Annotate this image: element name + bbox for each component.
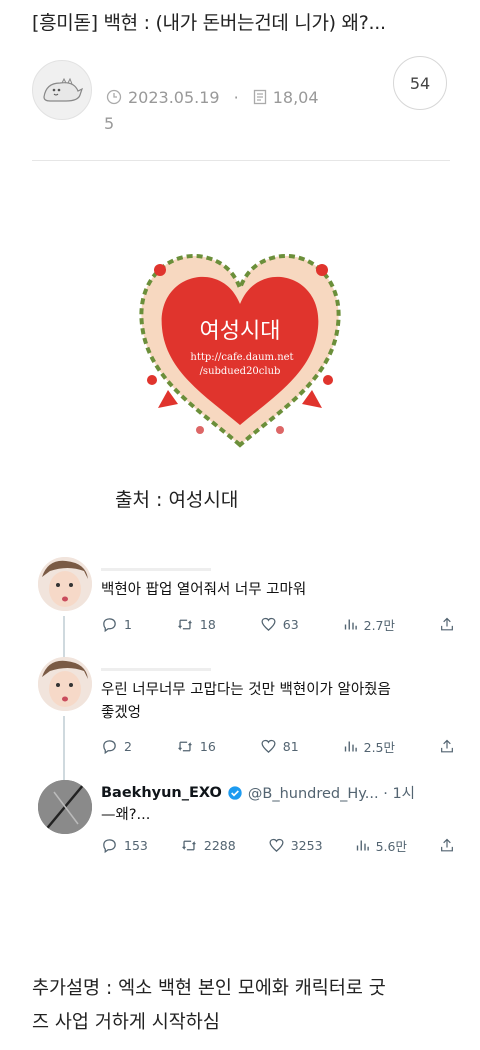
views-button[interactable]: 5.6만 [355, 836, 407, 855]
tweet-author-name[interactable]: Baekhyun_EXO [101, 785, 222, 801]
views-icon [344, 741, 357, 752]
tweet-text-line-2: 좋겠엉 [101, 705, 142, 721]
share-button[interactable] [439, 738, 455, 755]
view-count: 18,04 [272, 87, 319, 107]
like-button[interactable]: 81 [260, 738, 299, 755]
tweet-text: —왜?... [101, 807, 151, 823]
reply-count: 153 [124, 838, 148, 853]
reply-count: 2 [124, 739, 132, 754]
extra-description: 추가설명 : 엑소 백현 본인 모에화 캐릭터로 굿 즈 사업 거하게 시작하심 [32, 972, 462, 1040]
like-count: 63 [282, 617, 299, 632]
view-count-wrap: 5 [104, 114, 115, 133]
heart-icon [261, 739, 276, 754]
retweet-count: 2288 [203, 838, 236, 853]
like-button[interactable]: 3253 [268, 837, 323, 854]
view-count-tweet: 2.7만 [363, 618, 396, 633]
reply-button[interactable]: 1 [101, 616, 132, 633]
reply-icon [103, 839, 116, 854]
heart-icon [269, 838, 284, 853]
retweet-count: 18 [199, 617, 216, 632]
blurred-header-icon [101, 568, 211, 571]
logo-url-2: /subdued20club [200, 366, 281, 377]
profile-image-icon [38, 780, 92, 834]
tweet-actions: 153 2288 3253 5.6만 [101, 836, 455, 855]
reply-button[interactable]: 2 [101, 738, 132, 755]
retweet-button[interactable]: 2288 [180, 837, 236, 854]
share-button[interactable] [439, 616, 455, 633]
share-icon [441, 739, 453, 753]
tweet-avatar[interactable] [38, 657, 92, 711]
tweet-header: Baekhyun_EXO @B_hundred_Hy... · 1시 [101, 782, 415, 803]
retweet-icon [178, 619, 192, 630]
extra-line-1: 추가설명 : 엑소 백현 본인 모에화 캐릭터로 굿 [32, 978, 386, 999]
view-count-tweet: 2.5만 [363, 740, 396, 755]
tweet-author-handle[interactable]: @B_hundred_Hy... · 1시 [248, 782, 415, 803]
views-icon [356, 840, 369, 851]
blurred-header-icon [101, 668, 211, 671]
tweet-header-blurred [101, 559, 221, 571]
tweet-avatar[interactable] [38, 557, 92, 611]
retweet-button[interactable]: 16 [176, 738, 216, 755]
post-meta: 2023.05.19 · 18,04 5 [104, 86, 319, 134]
tweet-text: 백현아 팝업 열어줘서 너무 고마워 [101, 582, 307, 598]
retweet-icon [178, 741, 192, 752]
meta-separator: · [233, 87, 239, 107]
reply-count: 1 [124, 617, 132, 632]
views-button[interactable]: 2.5만 [343, 737, 395, 756]
retweet-icon [182, 840, 196, 851]
thread-connector [63, 616, 65, 658]
like-button[interactable]: 63 [260, 616, 299, 633]
tweet-avatar[interactable] [38, 780, 92, 834]
comment-count-button[interactable]: 54 [393, 56, 447, 110]
retweet-count: 16 [199, 739, 216, 754]
views-icon [344, 619, 357, 630]
like-count: 81 [282, 739, 299, 754]
heart-logo-icon: 여성시대 http://cafe.daum.net /subdued20club [139, 254, 341, 448]
heart-icon [261, 617, 276, 632]
verified-icon [228, 785, 242, 800]
author-avatar[interactable] [32, 60, 92, 120]
tweet-text: 우린 너무너무 고맙다는 것만 백현이가 알아줬음 좋겠엉 [101, 679, 461, 725]
post-date: 2023.05.19 [128, 87, 220, 107]
post-title: [흥미돋] 백현 : (내가 돈버는건데 니가) 왜?... [32, 12, 386, 34]
reply-button[interactable]: 153 [101, 837, 148, 854]
view-count-tweet: 5.6만 [375, 839, 407, 854]
tweet-header-blurred [101, 659, 221, 671]
tweet-text-line-1: 우린 너무너무 고맙다는 것만 백현이가 알아줬음 [101, 682, 391, 698]
user-face-icon [38, 557, 92, 611]
reply-icon [103, 618, 116, 633]
like-count: 3253 [290, 838, 323, 853]
clock-icon [106, 89, 122, 105]
dinosaur-avatar-icon [43, 77, 84, 102]
header-divider [32, 160, 450, 161]
logo-url-1: http://cafe.daum.net [190, 352, 293, 363]
tweet-actions: 2 16 81 2.5만 [101, 737, 455, 756]
tweet-actions: 1 18 63 2.7만 [101, 615, 455, 634]
cafe-logo: 여성시대 http://cafe.daum.net /subdued20club [130, 230, 350, 460]
extra-line-2: 즈 사업 거하게 시작하심 [32, 1012, 220, 1033]
views-button[interactable]: 2.7만 [343, 615, 395, 634]
share-button[interactable] [439, 837, 455, 854]
share-icon [441, 838, 453, 852]
comment-count: 54 [409, 73, 431, 93]
logo-name: 여성시대 [200, 319, 281, 344]
share-icon [441, 617, 453, 631]
retweet-button[interactable]: 18 [176, 616, 216, 633]
document-icon [253, 89, 266, 105]
source-text: 출처 : 여성시대 [115, 489, 239, 511]
reply-icon [103, 740, 116, 755]
user-face-icon [38, 657, 92, 711]
thread-connector [63, 716, 65, 780]
